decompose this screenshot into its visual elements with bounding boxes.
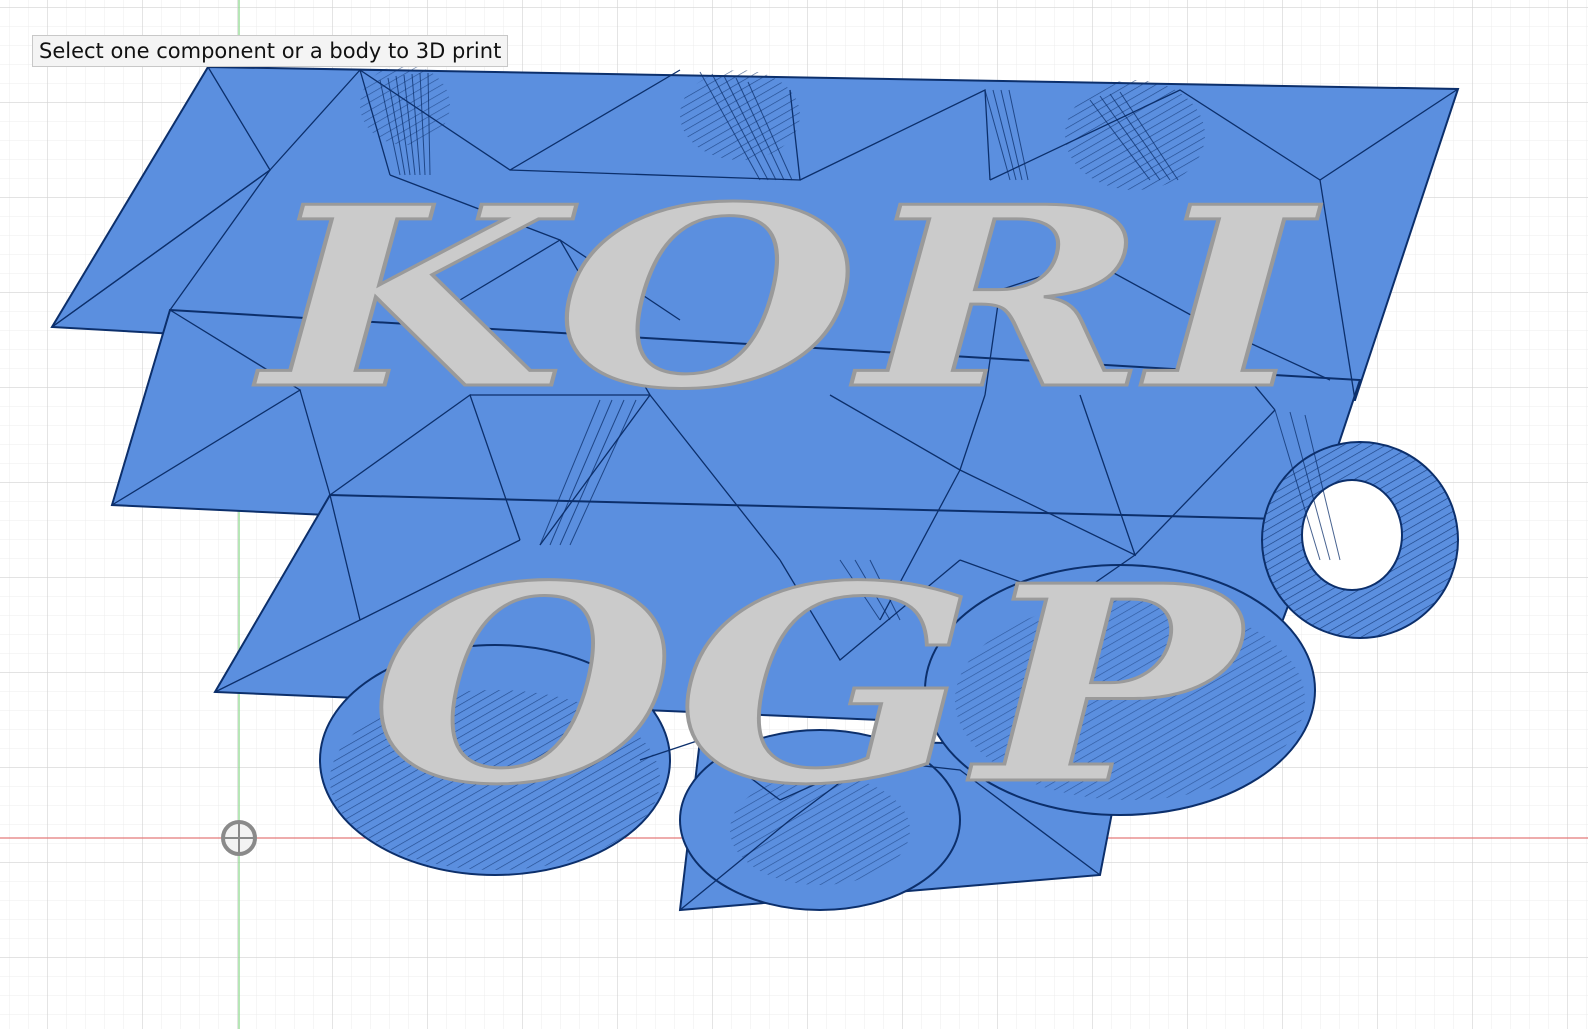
model-text-kori: KORI (254, 153, 1322, 444)
3d-viewport[interactable]: KORI OGP Select one component or a body … (0, 0, 1588, 1029)
text-line-1: KORI (252, 152, 1323, 446)
keyring-hole (1301, 479, 1403, 591)
model-text-ogp: OGP (370, 526, 1250, 844)
selection-hint-tooltip: Select one component or a body to 3D pri… (32, 35, 509, 67)
origin-marker-icon[interactable] (221, 820, 257, 856)
viewport-canvas[interactable]: KORI OGP (0, 0, 1588, 1029)
text-line-2: OGP (369, 525, 1252, 846)
